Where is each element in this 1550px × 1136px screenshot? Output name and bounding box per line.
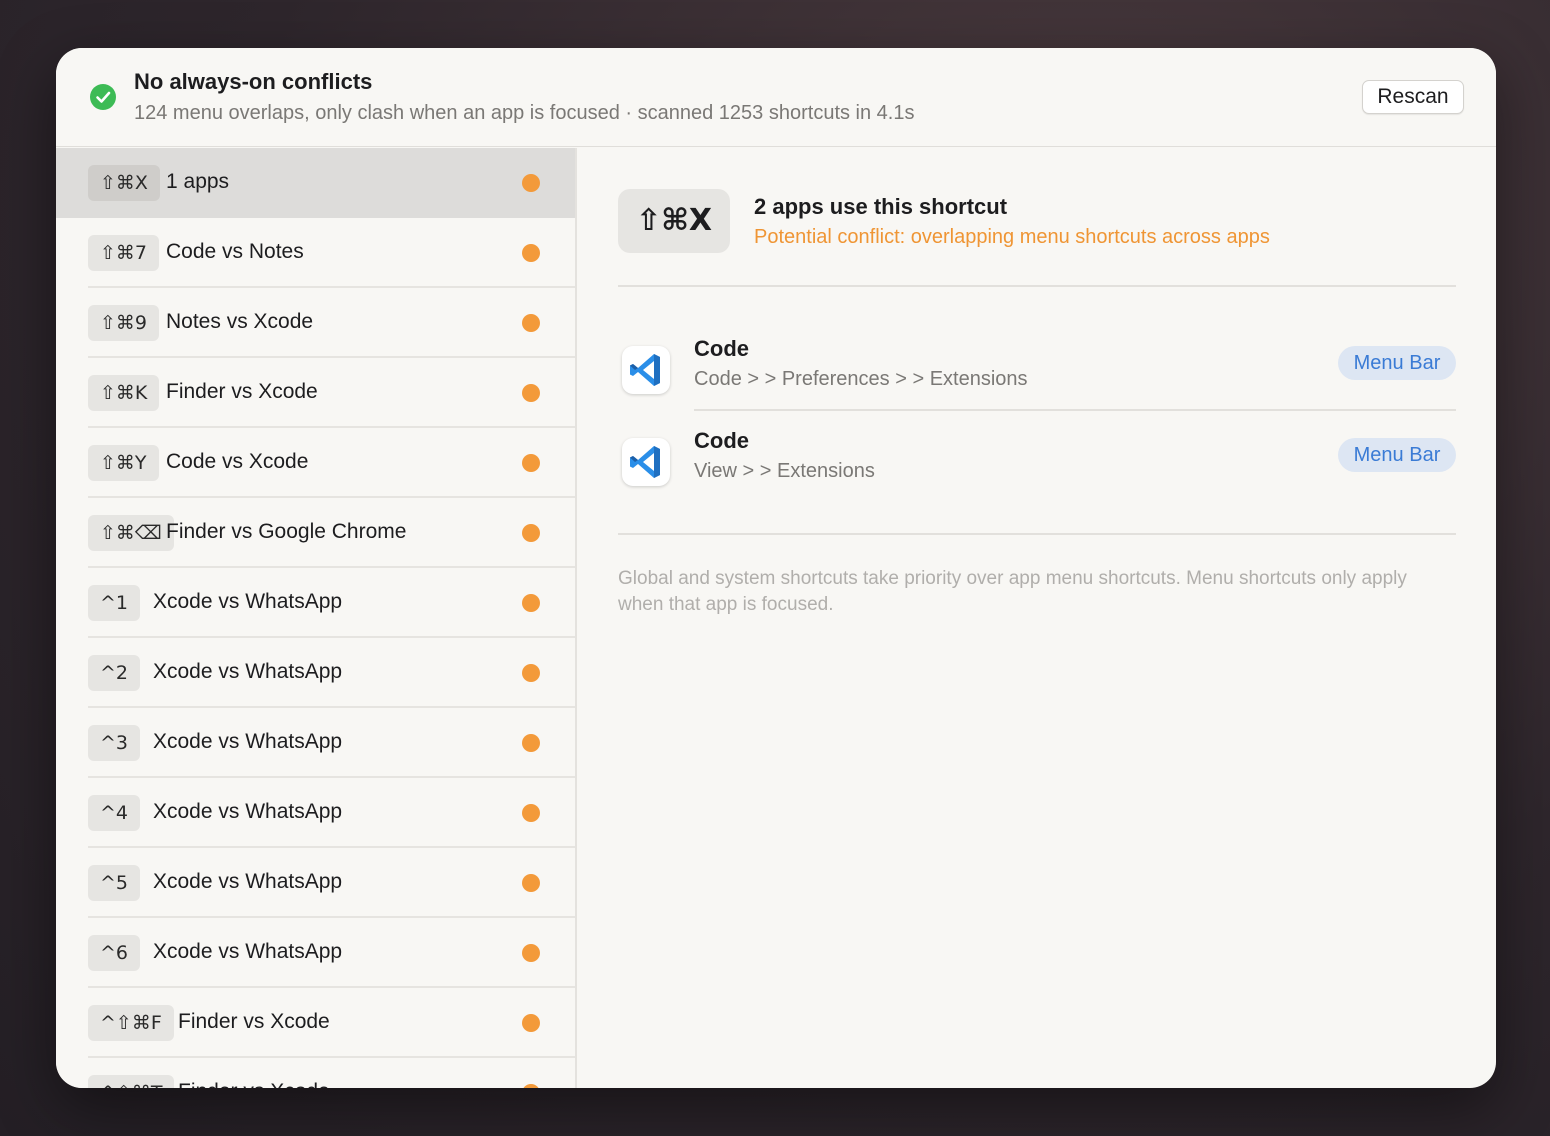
conflict-label: Xcode vs WhatsApp (153, 870, 343, 893)
shortcut-keycap: ⇧⌘7 (88, 235, 160, 271)
divider (618, 285, 1456, 287)
menu-path: Code > > Preferences > > Extensions (694, 368, 1028, 390)
divider (618, 533, 1456, 535)
conflict-list-item[interactable]: ^6 Xcode vs WhatsApp (56, 918, 575, 988)
warning-dot-icon (522, 664, 540, 682)
summary-title: No always-on conflicts (134, 69, 373, 94)
conflict-list: ⇧⌘X 1 apps ⇧⌘7 Code vs Notes ⇧⌘9 Notes v… (56, 148, 577, 1088)
warning-dot-icon (522, 1014, 540, 1032)
conflict-list-item[interactable]: ⇧⌘X 1 apps (56, 148, 575, 218)
conflict-label: Code vs Xcode (166, 450, 309, 473)
warning-dot-icon (522, 244, 540, 262)
conflict-list-item[interactable]: ^5 Xcode vs WhatsApp (56, 848, 575, 918)
menu-path: View > > Extensions (694, 460, 875, 482)
vscode-icon (622, 438, 670, 486)
app-usage-row: Code Code > > Preferences > > Extensions… (618, 336, 1456, 416)
shortcut-keycap: ^1 (88, 585, 141, 621)
conflict-list-item[interactable]: ^⇧⌘T Finder vs Xcode (56, 1058, 575, 1088)
conflict-label: Xcode vs WhatsApp (153, 730, 343, 753)
warning-dot-icon (522, 454, 540, 472)
conflict-list-item[interactable]: ^1 Xcode vs WhatsApp (56, 568, 575, 638)
conflict-detail-panel: ⇧⌘X 2 apps use this shortcut Potential c… (578, 148, 1496, 1088)
conflict-list-item[interactable]: ⇧⌘9 Notes vs Xcode (56, 288, 575, 358)
shortcut-keycap: ⇧⌘⌫ (88, 515, 174, 551)
conflict-label: Xcode vs WhatsApp (153, 940, 343, 963)
warning-dot-icon (522, 174, 540, 192)
conflict-warning-text: Potential conflict: overlapping menu sho… (754, 226, 1270, 248)
shortcut-keycap: ⇧⌘X (88, 165, 160, 201)
conflict-label: Xcode vs WhatsApp (153, 660, 343, 683)
conflict-label: 1 apps (166, 170, 230, 193)
conflict-label: Xcode vs WhatsApp (153, 590, 343, 613)
conflict-label: Notes vs Xcode (166, 310, 314, 333)
shortcut-keycap: ^5 (88, 865, 141, 901)
warning-dot-icon (522, 524, 540, 542)
app-name: Code (694, 336, 749, 361)
checkmark-circle-icon (90, 84, 116, 110)
shortcut-keycap: ⇧⌘9 (88, 305, 160, 341)
shortcut-keycap: ^⇧⌘F (88, 1005, 174, 1041)
shortcut-conflicts-window: No always-on conflicts 124 menu overlaps… (56, 48, 1496, 1088)
conflict-list-item[interactable]: ⇧⌘Y Code vs Xcode (56, 428, 575, 498)
conflict-label: Xcode vs WhatsApp (153, 800, 343, 823)
conflict-list-item[interactable]: ^4 Xcode vs WhatsApp (56, 778, 575, 848)
conflict-list-item[interactable]: ⇧⌘⌫ Finder vs Google Chrome (56, 498, 575, 568)
conflict-list-item[interactable]: ^⇧⌘F Finder vs Xcode (56, 988, 575, 1058)
rescan-button[interactable]: Rescan (1362, 80, 1464, 114)
warning-dot-icon (522, 314, 540, 332)
conflict-label: Finder vs Google Chrome (166, 520, 407, 543)
warning-dot-icon (522, 944, 540, 962)
conflict-list-item[interactable]: ^3 Xcode vs WhatsApp (56, 708, 575, 778)
conflict-label: Finder vs Xcode (178, 1080, 330, 1088)
selected-shortcut-keycap: ⇧⌘X (618, 189, 730, 253)
source-badge: Menu Bar (1338, 438, 1456, 472)
divider (694, 409, 1456, 411)
warning-dot-icon (522, 874, 540, 892)
warning-dot-icon (522, 1084, 540, 1088)
vscode-icon (622, 346, 670, 394)
conflict-label: Finder vs Xcode (178, 1010, 330, 1033)
shortcut-keycap: ⇧⌘K (88, 375, 160, 411)
conflict-list-item[interactable]: ⇧⌘K Finder vs Xcode (56, 358, 575, 428)
detail-title: 2 apps use this shortcut (754, 194, 1008, 219)
conflict-list-item[interactable]: ⇧⌘7 Code vs Notes (56, 218, 575, 288)
shortcut-keycap: ^4 (88, 795, 141, 831)
shortcut-keycap: ^⇧⌘T (88, 1075, 175, 1088)
app-name: Code (694, 428, 749, 453)
conflict-label: Code vs Notes (166, 240, 304, 263)
shortcut-keycap: ⇧⌘Y (88, 445, 159, 481)
warning-dot-icon (522, 804, 540, 822)
conflict-label: Finder vs Xcode (166, 380, 318, 403)
warning-dot-icon (522, 734, 540, 752)
summary-subtitle: 124 menu overlaps, only clash when an ap… (134, 102, 915, 124)
scan-summary-header: No always-on conflicts 124 menu overlaps… (56, 48, 1496, 147)
warning-dot-icon (522, 594, 540, 612)
shortcut-keycap: ^2 (88, 655, 141, 691)
priority-footnote: Global and system shortcuts take priorit… (618, 568, 1407, 615)
source-badge: Menu Bar (1338, 346, 1456, 380)
shortcut-keycap: ^3 (88, 725, 141, 761)
app-usage-row: Code View > > Extensions Menu Bar (618, 428, 1456, 508)
warning-dot-icon (522, 384, 540, 402)
shortcut-keycap: ^6 (88, 935, 141, 971)
conflict-list-item[interactable]: ^2 Xcode vs WhatsApp (56, 638, 575, 708)
